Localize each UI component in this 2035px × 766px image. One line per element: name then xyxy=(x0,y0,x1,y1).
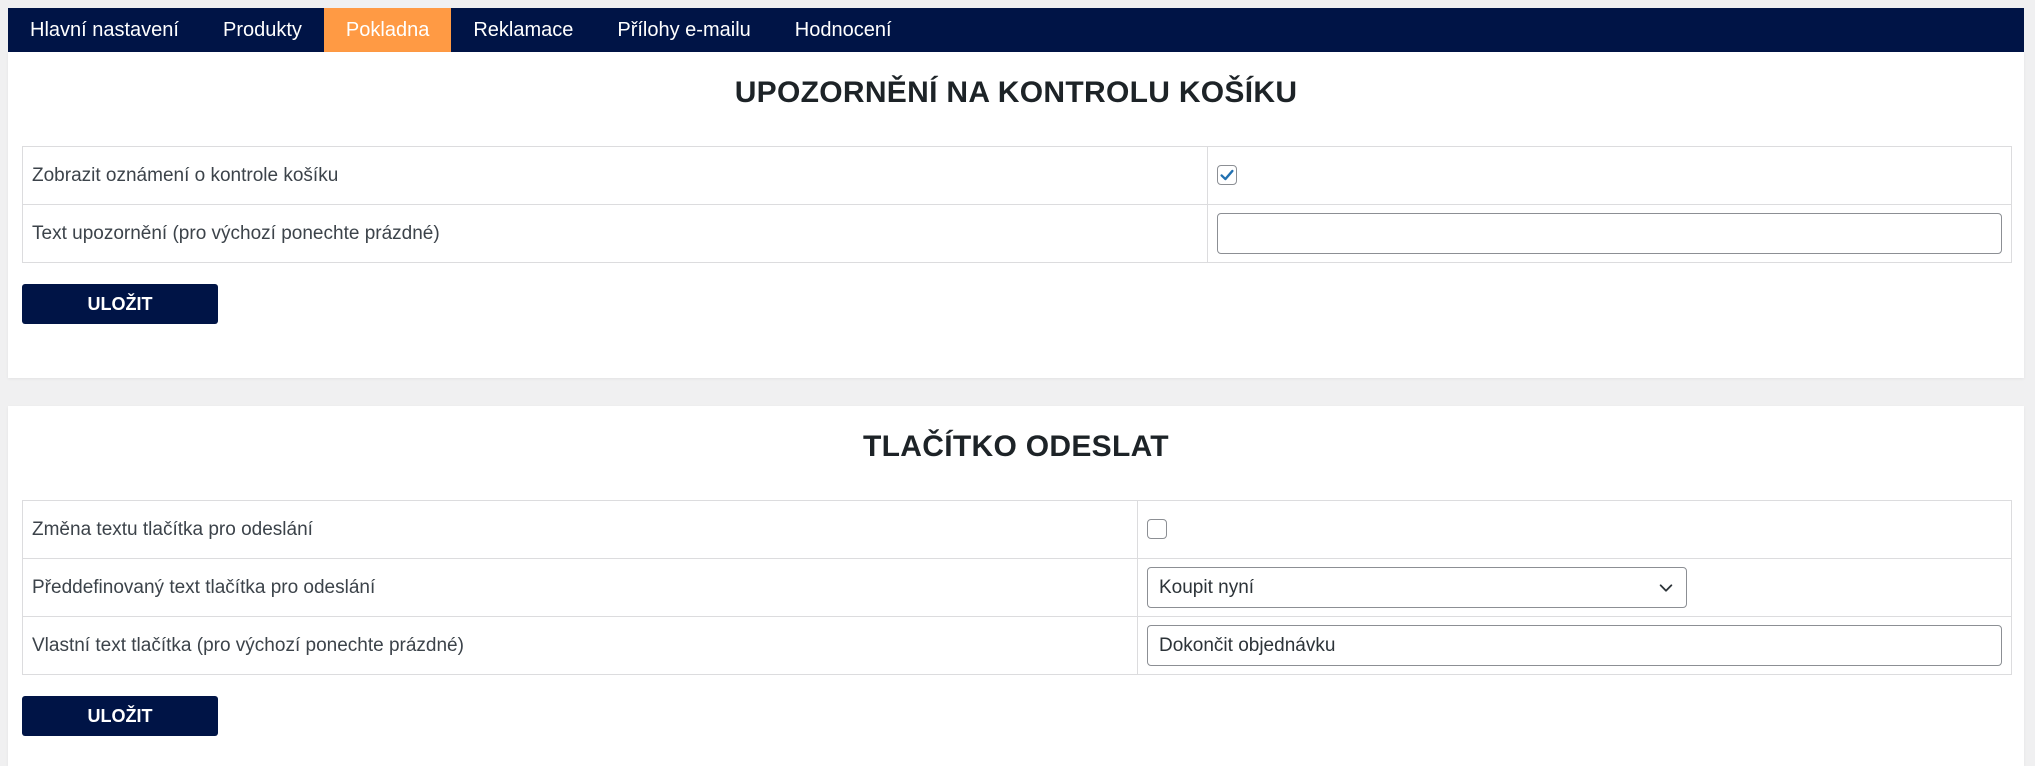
tab-produkty[interactable]: Produkty xyxy=(201,8,324,52)
tab-hodnoceni[interactable]: Hodnocení xyxy=(773,8,914,52)
tab-prilohy-e-mailu[interactable]: Přílohy e-mailu xyxy=(595,8,772,52)
cart-notice-panel: UPOZORNĚNÍ NA KONTROLU KOŠÍKU Zobrazit o… xyxy=(8,52,2024,378)
row-control xyxy=(1137,500,2012,559)
save-button[interactable]: ULOŽIT xyxy=(22,696,218,736)
tab-pokladna[interactable]: Pokladna xyxy=(323,8,452,52)
predefined-button-text-select[interactable]: Koupit nyní xyxy=(1147,567,1687,608)
settings-tab-bar: Hlavní nastavení Produkty Pokladna Rekla… xyxy=(8,8,2024,52)
notice-text-input[interactable] xyxy=(1217,213,2002,254)
row-control xyxy=(1207,204,2012,263)
change-button-text-checkbox[interactable] xyxy=(1147,519,1167,540)
submit-button-panel: TLAČÍTKO ODESLAT Změna textu tlačítka pr… xyxy=(8,406,2024,766)
settings-row: Text upozornění (pro výchozí ponechte pr… xyxy=(22,204,2012,263)
row-label: Předdefinovaný text tlačítka pro odeslán… xyxy=(22,558,1138,617)
row-label: Zobrazit oznámení o kontrole košíku xyxy=(22,146,1208,205)
tab-reklamace[interactable]: Reklamace xyxy=(451,8,595,52)
custom-button-text-input[interactable] xyxy=(1147,625,2002,666)
settings-row: Vlastní text tlačítka (pro výchozí ponec… xyxy=(22,616,2012,675)
row-label: Změna textu tlačítka pro odeslání xyxy=(22,500,1138,559)
settings-row: Předdefinovaný text tlačítka pro odeslán… xyxy=(22,558,2012,617)
show-cart-notice-checkbox[interactable] xyxy=(1217,165,1237,186)
save-button[interactable]: ULOŽIT xyxy=(22,284,218,324)
row-control xyxy=(1207,146,2012,205)
row-control: Koupit nyní xyxy=(1137,558,2012,617)
settings-row: Změna textu tlačítka pro odeslání xyxy=(22,500,2012,559)
section-title-submit-button: TLAČÍTKO ODESLAT xyxy=(863,430,1169,463)
settings-row: Zobrazit oznámení o kontrole košíku xyxy=(22,146,2012,205)
checkmark-icon xyxy=(1220,170,1234,181)
cart-notice-settings-table: Zobrazit oznámení o kontrole košíku Text… xyxy=(22,146,2012,263)
row-label: Text upozornění (pro výchozí ponechte pr… xyxy=(22,204,1208,263)
chevron-down-icon xyxy=(1659,583,1673,592)
section-title-cart-notice: UPOZORNĚNÍ NA KONTROLU KOŠÍKU xyxy=(734,76,1298,109)
select-value: Koupit nyní xyxy=(1159,576,1255,598)
tab-hlavni-nastaveni[interactable]: Hlavní nastavení xyxy=(8,8,201,52)
submit-button-settings-table: Změna textu tlačítka pro odeslání Předde… xyxy=(22,500,2012,675)
row-label: Vlastní text tlačítka (pro výchozí ponec… xyxy=(22,616,1138,675)
row-control xyxy=(1137,616,2012,675)
